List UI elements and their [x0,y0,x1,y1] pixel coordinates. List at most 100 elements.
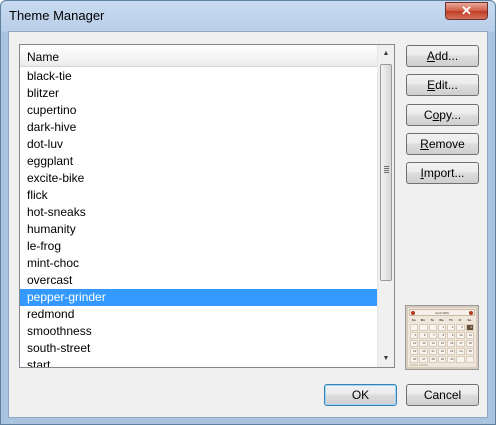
theme-list-item[interactable]: dark-hive [20,119,378,136]
thumb-grip-line [384,166,389,167]
calendar-day-cell [410,364,419,366]
theme-list-item[interactable]: redmond [20,306,378,323]
copy-button[interactable]: Copy... [406,104,479,126]
calendar-day-cell: 26 [410,356,419,363]
calendar-grid: Su Mo Tu We Th Fr Sa 1 2 3 4 5 6 7 8 9 10 11 12 13 14 15 16 17 1… [410,318,474,366]
calendar-day-cell: 10 [456,332,465,339]
theme-list-item[interactable]: smoothness [20,323,378,340]
calendar-day-cell: 11 [465,332,474,339]
ok-button[interactable]: OK [324,384,397,406]
thumb-grip-line [384,170,389,171]
theme-list-item[interactable]: excite-bike [20,170,378,187]
thumb-grip-line [384,168,389,169]
theme-list-item[interactable]: humanity [20,221,378,238]
theme-list-item[interactable]: black-tie [20,68,378,85]
theme-manager-window: Theme Manager ✕ Name black-tie blitzer cup… [0,0,496,425]
calendar-day-header: Su [411,318,416,322]
calendar-day-cell: 9 [447,332,456,339]
calendar-day-cell: 5 [410,332,419,339]
calendar-day-cell: 20 [419,348,428,355]
calendar-day-cell: 17 [456,340,465,347]
calendar-day-header: We [439,318,444,322]
calendar-day-cell [428,324,437,331]
calendar-day-cell: 3 [456,324,465,331]
copy-button-label: py... [439,108,462,122]
theme-list-rows: black-tie blitzer cupertino dark-hive dot-lu… [20,68,378,367]
calendar-day-cell: 4 [465,324,474,331]
vertical-scrollbar[interactable]: ▲ ▼ [377,45,394,367]
add-button[interactable]: Add... [406,45,479,67]
calendar-day-cell: 13 [419,340,428,347]
column-header-name[interactable]: Name [20,45,378,67]
theme-list[interactable]: Name black-tie blitzer cupertino dark-hive d… [19,44,395,368]
remove-button[interactable]: Remove [406,133,479,155]
calendar-preview: April 2009 Su Mo Tu We Th Fr Sa 1 2 3 4 5 6 7 8 9 10 11 12… [408,308,476,367]
calendar-day-cell: 6 [419,332,428,339]
add-button-mnemonic: A [426,49,435,63]
calendar-day-header: Fr [458,318,462,322]
theme-list-item[interactable]: blitzer [20,85,378,102]
import-button-label: mport... [423,166,465,180]
theme-preview-thumbnail: April 2009 Su Mo Tu We Th Fr Sa 1 2 3 4 5 6 7 8 9 10 11 12… [405,305,479,370]
calendar-day-cell: 22 [437,348,447,355]
calendar-day-cell: 28 [428,356,437,363]
title-bar[interactable]: Theme Manager ✕ [1,1,495,31]
theme-list-item[interactable]: flick [20,187,378,204]
calendar-header: April 2009 [409,309,475,316]
calendar-day-cell [456,356,465,363]
calendar-day-header: Th [448,318,453,322]
calendar-day-cell: 16 [447,340,456,347]
calendar-day-header: Mo [420,318,426,322]
theme-list-item[interactable]: hot-sneaks [20,204,378,221]
theme-list-item[interactable]: mint-choc [20,255,378,272]
theme-list-item[interactable]: cupertino [20,102,378,119]
calendar-day-cell [419,364,428,366]
cancel-button[interactable]: Cancel [406,384,479,406]
calendar-day-cell: 18 [465,340,474,347]
column-header-label: Name [27,50,60,64]
next-month-icon [469,311,473,315]
calendar-day-cell: 12 [410,340,419,347]
window-title: Theme Manager [9,8,105,23]
edit-button-label: dit... [435,78,458,92]
theme-list-item[interactable]: south-street [20,340,378,357]
calendar-day-cell: 2 [447,324,456,331]
calendar-day-cell: 14 [428,340,437,347]
calendar-day-cell: 24 [456,348,465,355]
calendar-day-header: Tu [430,318,434,322]
calendar-day-header: Sa [467,318,472,322]
calendar-month-label: April 2009 [435,311,449,315]
calendar-day-cell: 7 [428,332,437,339]
scrollbar-thumb[interactable] [380,64,392,281]
calendar-day-cell: 19 [410,348,419,355]
theme-list-item[interactable]: dot-luv [20,136,378,153]
calendar-day-cell: 30 [447,356,456,363]
remove-button-mnemonic: R [420,137,429,151]
import-button[interactable]: Import... [406,162,479,184]
calendar-day-cell: 15 [437,340,447,347]
theme-list-item[interactable]: overcast [20,272,378,289]
calendar-day-cell [410,324,419,331]
theme-list-item[interactable]: eggplant [20,153,378,170]
calendar-day-cell: 21 [428,348,437,355]
add-button-label: dd... [434,49,459,63]
calendar-day-cell: 8 [437,332,447,339]
calendar-day-cell [419,324,428,331]
theme-list-item[interactable]: le-frog [20,238,378,255]
edit-button[interactable]: Edit... [406,74,479,96]
copy-button-prefix: C [423,108,433,122]
calendar-day-cell [465,356,474,363]
close-icon: ✕ [461,3,472,18]
calendar-day-cell: 27 [419,356,428,363]
scroll-up-arrow-icon[interactable]: ▲ [378,45,394,62]
remove-button-label: emove [428,137,465,151]
calendar-day-cell: 23 [447,348,456,355]
calendar-day-cell: 29 [437,356,447,363]
close-button[interactable]: ✕ [445,2,488,20]
edit-button-mnemonic: E [427,78,436,92]
theme-list-item[interactable]: start [20,357,378,367]
calendar-day-cell: 1 [437,324,447,331]
scroll-down-arrow-icon[interactable]: ▼ [378,350,394,367]
theme-list-item[interactable]: pepper-grinder [20,289,378,306]
dialog-body: Name black-tie blitzer cupertino dark-hive d… [8,31,488,418]
